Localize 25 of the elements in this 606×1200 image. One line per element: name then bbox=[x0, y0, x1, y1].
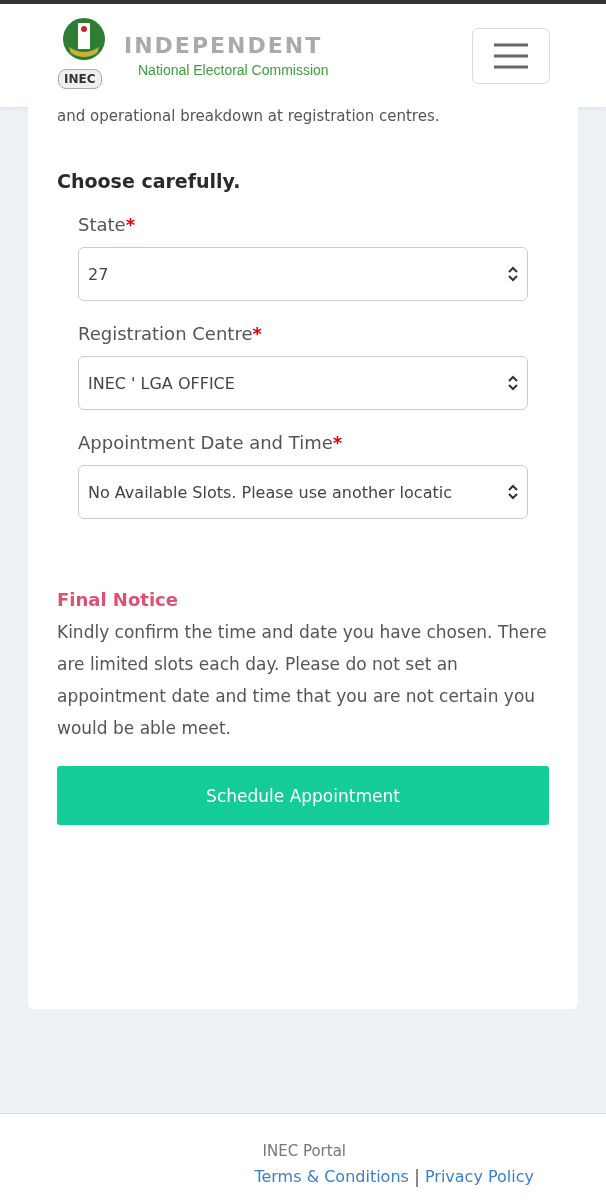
footer-link[interactable]: Privacy Policy bbox=[424, 1167, 534, 1186]
menu-icon bbox=[493, 42, 529, 69]
form-heading: Choose carefully. bbox=[57, 170, 242, 192]
select-field[interactable]: INEC ' LGA OFFICE bbox=[78, 356, 528, 410]
required-mark: * bbox=[125, 214, 136, 235]
chevron-icon bbox=[507, 375, 519, 391]
logo-text: INEC bbox=[58, 68, 102, 89]
select-field[interactable]: No Available Slots. Please use another locatic bbox=[78, 465, 528, 519]
field-label: State* bbox=[78, 214, 137, 235]
notice-text: Kindly confirm the time and date you have chosen. There are limited slots each day. Please do not set an appointment date and time that you are not certain you would be able meet. bbox=[57, 621, 548, 740]
chevron-icon bbox=[507, 266, 519, 282]
site-subtitle: National Electoral Commission bbox=[138, 62, 329, 78]
required-mark: * bbox=[252, 323, 262, 344]
footer-link[interactable]: Terms & Conditions bbox=[254, 1167, 409, 1186]
required-mark: * bbox=[332, 432, 343, 453]
intro-text: and operational breakdown at registration centres. bbox=[57, 107, 441, 125]
field-label: Appointment Date and Time* bbox=[78, 432, 344, 453]
menu-button[interactable] bbox=[472, 27, 550, 84]
field-label: Registration Centre* bbox=[78, 323, 263, 344]
notice-title: Final Notice bbox=[57, 589, 179, 610]
select-field[interactable]: 27 bbox=[78, 247, 528, 301]
link-separator: | bbox=[413, 1166, 420, 1187]
site-title: INDEPENDENT bbox=[124, 33, 324, 58]
chevron-icon bbox=[507, 484, 519, 500]
footer-brand: INEC Portal bbox=[262, 1142, 346, 1160]
